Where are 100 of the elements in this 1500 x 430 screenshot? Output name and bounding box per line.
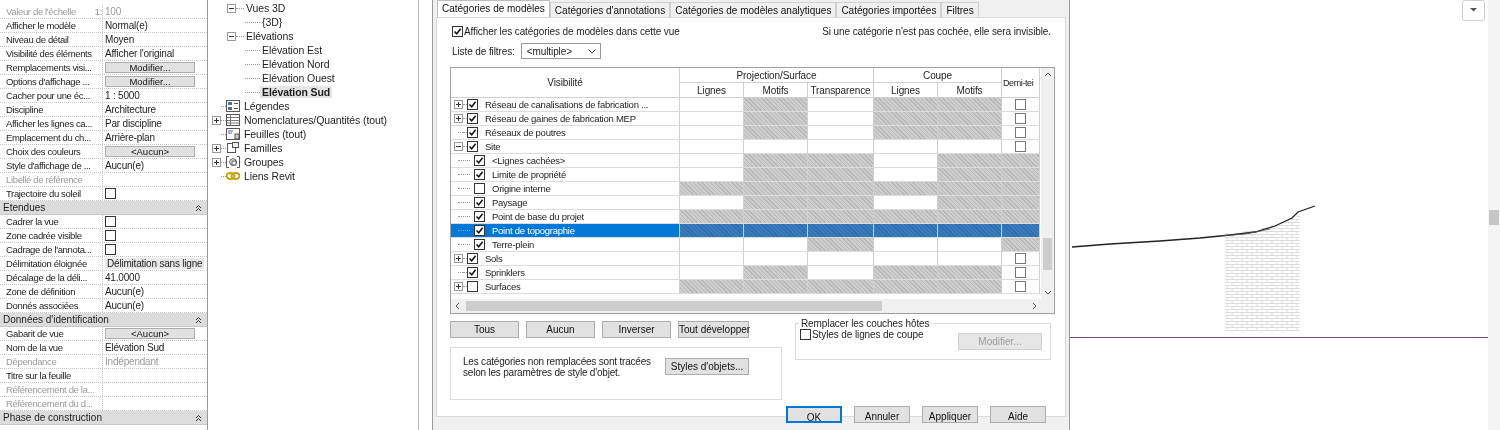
table-cell[interactable] xyxy=(680,140,744,154)
category-name[interactable]: Point de base du projet xyxy=(492,211,584,222)
checkbox[interactable] xyxy=(467,267,478,278)
table-cell[interactable] xyxy=(874,140,938,154)
checkbox[interactable] xyxy=(474,239,485,250)
scroll-left-icon[interactable] xyxy=(454,302,460,310)
dialog-button[interactable]: OK xyxy=(786,406,842,423)
category-name[interactable]: Réseau de canalisations de fabrication ... xyxy=(485,99,649,110)
horizontal-scrollbar[interactable] xyxy=(451,299,1054,313)
checkbox[interactable] xyxy=(474,197,485,208)
expand-icon[interactable] xyxy=(454,100,463,109)
table-cell[interactable] xyxy=(680,154,744,168)
collapse-icon[interactable] xyxy=(454,142,463,151)
checkbox[interactable] xyxy=(474,211,485,222)
collapse-icon[interactable] xyxy=(195,203,202,212)
tree-item[interactable]: Familles xyxy=(242,142,285,154)
checkbox[interactable] xyxy=(474,169,485,180)
checkbox[interactable] xyxy=(1015,99,1026,110)
table-cell[interactable] xyxy=(808,252,874,266)
action-button[interactable]: Aucun xyxy=(526,321,595,338)
table-cell[interactable] xyxy=(874,154,938,168)
category-name[interactable]: Sprinklers xyxy=(485,267,525,278)
table-cell[interactable] xyxy=(680,238,744,252)
category-name[interactable]: Origine interne xyxy=(492,183,551,194)
checkbox[interactable] xyxy=(467,99,478,110)
view-cube-menu-icon[interactable] xyxy=(1462,0,1485,21)
dialog-button[interactable]: Aide xyxy=(990,406,1046,423)
expand-icon[interactable] xyxy=(212,115,221,125)
category-name[interactable]: Sols xyxy=(485,253,503,264)
checkbox[interactable] xyxy=(474,155,485,166)
table-cell[interactable] xyxy=(938,238,1002,252)
table-cell[interactable] xyxy=(744,140,808,154)
edit-button[interactable]: Modifier... xyxy=(105,62,195,73)
table-cell[interactable] xyxy=(744,252,808,266)
category-name[interactable]: Réseaux de poutres xyxy=(485,127,566,138)
tree-item[interactable]: Elévation Nord xyxy=(260,58,332,70)
edit-button[interactable]: <Aucun> xyxy=(105,146,195,157)
checkbox[interactable] xyxy=(105,216,116,227)
category-name[interactable]: <Lignes cachées> xyxy=(492,155,566,166)
tree-item[interactable]: Elévations xyxy=(244,30,296,42)
table-cell[interactable] xyxy=(680,126,744,140)
table-cell[interactable] xyxy=(680,266,744,280)
table-cell[interactable] xyxy=(744,238,808,252)
checkbox-label[interactable]: Styles de lignes de coupe xyxy=(812,329,924,340)
dialog-button[interactable]: Annuler xyxy=(854,406,910,423)
checkbox[interactable] xyxy=(105,244,116,255)
checkbox[interactable] xyxy=(105,230,116,241)
category-name[interactable]: Terre-plein xyxy=(492,239,535,250)
expand-icon[interactable] xyxy=(212,157,221,167)
expand-icon[interactable] xyxy=(454,114,463,123)
checkbox[interactable] xyxy=(467,127,478,138)
tab[interactable]: Filtres xyxy=(941,2,979,17)
checkbox[interactable] xyxy=(1015,281,1026,292)
table-cell[interactable] xyxy=(808,112,874,126)
tree-item[interactable]: Elévation Est xyxy=(260,44,324,56)
table-cell[interactable] xyxy=(808,140,874,154)
action-button[interactable]: Inverser xyxy=(602,321,671,338)
checkbox-label[interactable]: Afficher les catégories de modèles dans cette vue xyxy=(464,25,680,37)
table-cell[interactable] xyxy=(874,252,938,266)
object-styles-button[interactable]: Styles d'objets... xyxy=(665,358,749,375)
tree-item[interactable]: Groupes xyxy=(242,156,286,168)
action-button[interactable]: Tous xyxy=(450,321,519,338)
filter-dropdown[interactable]: <multiple> xyxy=(520,43,601,59)
vertical-scrollbar[interactable] xyxy=(1488,0,1500,430)
scroll-thumb[interactable] xyxy=(1043,237,1052,270)
expand-icon[interactable] xyxy=(454,254,463,263)
dialog-button[interactable]: Appliquer xyxy=(922,406,978,423)
checkbox[interactable] xyxy=(452,25,463,37)
tab[interactable]: Catégories importées xyxy=(836,2,942,17)
checkbox[interactable] xyxy=(1015,113,1026,124)
category-name[interactable]: Point de topographie xyxy=(492,225,575,236)
table-cell[interactable] xyxy=(874,168,938,182)
collapse-icon[interactable] xyxy=(195,413,202,422)
category-name[interactable]: Site xyxy=(485,141,501,152)
group-header[interactable]: Phase de construction xyxy=(0,411,207,425)
checkbox[interactable] xyxy=(467,141,478,152)
scroll-down-icon[interactable] xyxy=(1043,290,1052,296)
table-cell[interactable] xyxy=(680,196,744,210)
table-cell[interactable] xyxy=(938,252,1002,266)
table-cell[interactable] xyxy=(874,196,938,210)
category-name[interactable]: Limite de propriété xyxy=(492,169,566,180)
tree-item[interactable]: Elévation Ouest xyxy=(260,72,337,84)
scroll-right-icon[interactable] xyxy=(1032,302,1038,310)
collapse-icon[interactable] xyxy=(227,3,236,13)
tree-item[interactable]: {3D} xyxy=(260,16,285,28)
property-value[interactable]: Délimitation sans ligne xyxy=(105,258,205,269)
tree-item[interactable]: Feuilles (tout) xyxy=(242,128,309,140)
group-header[interactable]: Etendues xyxy=(0,201,207,215)
tree-item[interactable]: Liens Revit xyxy=(242,170,297,182)
category-name[interactable]: Paysage xyxy=(492,197,528,208)
expand-icon[interactable] xyxy=(212,143,221,153)
group-header[interactable]: Données d'identification xyxy=(0,313,207,327)
checkbox[interactable] xyxy=(800,329,811,340)
tree-item[interactable]: Elévation Sud xyxy=(260,86,333,98)
tab[interactable]: Catégories de modèles analytiques xyxy=(670,2,837,17)
tree-item[interactable]: Vues 3D xyxy=(244,2,288,14)
checkbox[interactable] xyxy=(105,188,116,199)
checkbox[interactable] xyxy=(467,113,478,124)
tree-item[interactable]: Légendes xyxy=(242,100,292,112)
category-name[interactable]: Surfaces xyxy=(485,281,521,292)
